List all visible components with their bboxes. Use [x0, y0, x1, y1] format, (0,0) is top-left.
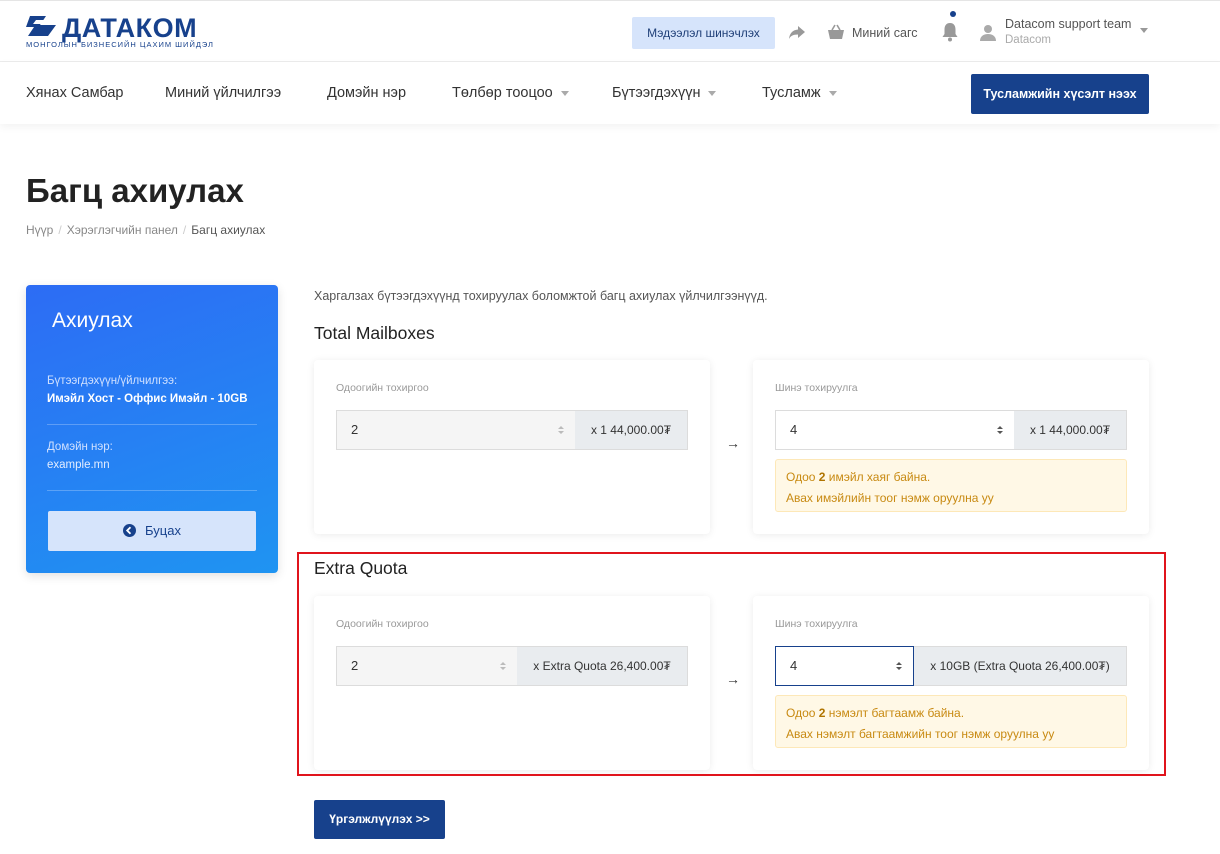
- back-button[interactable]: Буцах: [48, 511, 256, 551]
- nav-item-support[interactable]: Тусламж: [762, 85, 837, 101]
- chevron-down-icon: [828, 90, 837, 96]
- current-config-card: Одоогийн тохиргоо 2 x 1 44,000.00₮: [314, 360, 710, 534]
- main-navigation: Хянах Самбар Миний үйлчилгээ Домэйн нэр …: [0, 62, 1220, 124]
- current-mailboxes-input: 2: [336, 410, 576, 450]
- current-config-label: Одоогийн тохиргоо: [336, 382, 429, 394]
- divider: [47, 490, 257, 491]
- breadcrumb-client-area[interactable]: Хэрэглэгчийн панел: [67, 223, 178, 237]
- chevron-down-icon: [708, 90, 717, 96]
- open-ticket-button[interactable]: Тусламжийн хүсэлт нээх: [971, 74, 1149, 114]
- arrow-right-icon: →: [726, 435, 740, 451]
- logo-subtitle: МОНГОЛЫН БИЗНЕСИЙН ЦАХИМ ШИЙДЭЛ: [26, 40, 214, 49]
- nav-item-billing-label: Төлбөр тооцоо: [452, 85, 553, 101]
- share-icon[interactable]: [788, 25, 806, 41]
- my-cart-link[interactable]: Миний сагс: [852, 26, 917, 40]
- page-title: Багц ахиулах: [26, 172, 244, 209]
- domain-label: Домэйн нэр:: [47, 441, 113, 453]
- domain-value: example.mn: [47, 459, 110, 471]
- new-mailboxes-value: 4: [790, 422, 798, 437]
- divider: [47, 424, 257, 425]
- nav-item-my-services[interactable]: Миний үйлчилгээ: [165, 85, 281, 101]
- logo-mark-icon: [26, 16, 56, 36]
- spinner-icon[interactable]: [996, 424, 1004, 436]
- breadcrumb: Нүүр / Хэрэглэгчийн панел / Багц ахиулах: [26, 223, 266, 237]
- user-name[interactable]: Datacom support team: [1005, 17, 1131, 31]
- current-mailboxes-value: 2: [351, 422, 359, 437]
- user-menu-chevron-down-icon[interactable]: [1140, 28, 1148, 33]
- nav-item-billing[interactable]: Төлбөр тооцоо: [452, 85, 569, 101]
- nav-item-products[interactable]: Бүтээгдэхүүн: [612, 85, 717, 101]
- datacom-logo[interactable]: ДАТАКОМ МОНГОЛЫН БИЗНЕСИЙН ЦАХИМ ШИЙДЭЛ: [26, 13, 213, 52]
- intro-text: Харгалзах бүтээгдэхүүнд тохируулах болом…: [314, 289, 768, 303]
- note-line-1: Одоо 2 имэйл хаяг байна.: [786, 470, 931, 484]
- product-label: Бүтээгдэхүүн/үйлчилгээ:: [47, 375, 178, 387]
- nav-item-domains[interactable]: Домэйн нэр: [327, 85, 406, 101]
- sidebar-title: Ахиулах: [52, 309, 133, 332]
- mailboxes-info-note: Одоо 2 имэйл хаяг байна. Авах имэйлийн т…: [775, 459, 1127, 512]
- update-info-button[interactable]: Мэдээлэл шинэчлэх: [632, 17, 775, 49]
- chevron-down-icon: [560, 90, 569, 96]
- top-header: ДАТАКОМ МОНГОЛЫН БИЗНЕСИЙН ЦАХИМ ШИЙДЭЛ …: [0, 0, 1220, 62]
- new-mailboxes-input[interactable]: 4: [775, 410, 1015, 450]
- nav-item-dashboard[interactable]: Хянах Самбар: [26, 85, 123, 101]
- bell-icon[interactable]: [941, 22, 959, 42]
- new-mailboxes-price: x 1 44,000.00₮: [1014, 410, 1127, 450]
- user-company: Datacom: [1005, 34, 1052, 46]
- spinner-icon: [558, 426, 564, 434]
- nav-item-support-label: Тусламж: [762, 85, 821, 101]
- new-config-card: Шинэ тохируулга 4 x 1 44,000.00₮ Одоо 2 …: [753, 360, 1149, 534]
- continue-button[interactable]: Үргэлжлүүлэх >>: [314, 800, 445, 839]
- product-value: Имэйл Хост - Оффис Имэйл - 10GB: [47, 393, 248, 405]
- notification-dot: [950, 11, 956, 17]
- breadcrumb-current: Багц ахиулах: [191, 223, 266, 237]
- basket-icon[interactable]: [827, 24, 845, 40]
- nav-item-products-label: Бүтээгдэхүүн: [612, 85, 701, 101]
- back-button-label: Буцах: [145, 523, 181, 538]
- upgrade-sidebar-card: Ахиулах Бүтээгдэхүүн/үйлчилгээ: Имэйл Хо…: [26, 285, 278, 573]
- user-icon[interactable]: [979, 24, 997, 42]
- new-config-label: Шинэ тохируулга: [775, 382, 858, 394]
- section-title-total-mailboxes: Total Mailboxes: [314, 323, 435, 343]
- current-mailboxes-price: x 1 44,000.00₮: [575, 410, 688, 450]
- note-line-2: Авах имэйлийн тоог нэмж оруулна уу: [786, 491, 994, 505]
- breadcrumb-home[interactable]: Нүүр: [26, 223, 53, 237]
- highlight-box: [297, 552, 1166, 776]
- arrow-circle-left-icon: [123, 524, 137, 537]
